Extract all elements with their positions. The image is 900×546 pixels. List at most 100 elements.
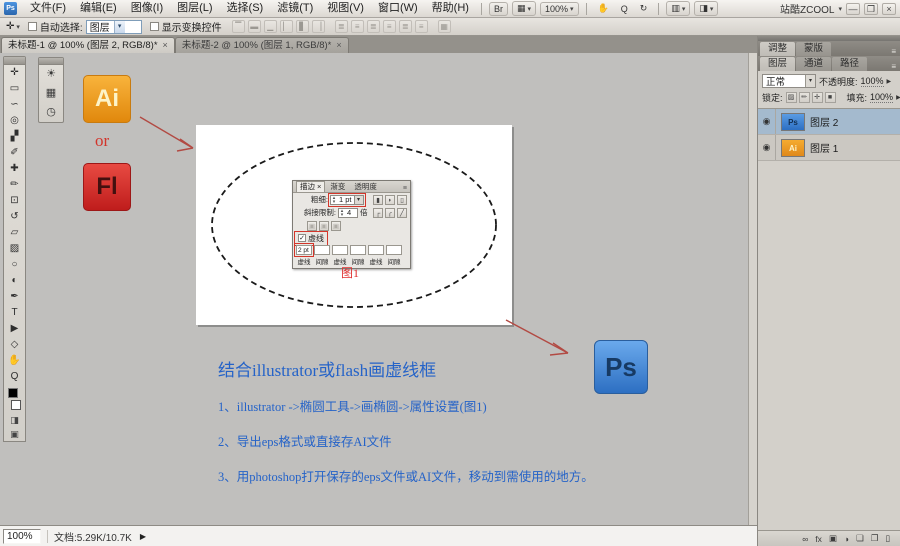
gap-field-3[interactable] — [386, 245, 402, 255]
photo-icon[interactable]: ▦ — [39, 84, 63, 103]
eraser-tool[interactable]: ▱ — [4, 225, 25, 241]
tab-stroke[interactable]: 描边 × — [296, 181, 326, 192]
show-transform-checkbox[interactable] — [149, 22, 159, 31]
clock-icon[interactable]: ◷ — [39, 103, 63, 122]
canvas-vertical-scrollbar[interactable] — [748, 53, 757, 525]
rotate-view-icon[interactable]: ↻ — [636, 2, 652, 15]
cap-projecting-icon[interactable]: ▯ — [397, 194, 407, 205]
flyout-icon[interactable]: ▶ — [887, 78, 892, 85]
tab-transparency[interactable]: 透明度 — [350, 181, 381, 192]
dash-field-1[interactable]: 2 pt — [294, 243, 314, 257]
panel-tab[interactable]: 路径 — [832, 57, 868, 71]
distribute-right-icon[interactable]: ≡ — [414, 20, 428, 33]
add-layer-mask-icon[interactable]: ▣ — [829, 533, 837, 544]
toolbox-grip[interactable] — [4, 57, 25, 65]
menu-item[interactable]: 文件(F) — [23, 0, 73, 17]
gap-field-1[interactable] — [314, 245, 330, 255]
join-miter-icon[interactable]: ┌ — [373, 207, 383, 218]
tab-gradient[interactable]: 渐变 — [326, 181, 349, 192]
panel-menu-icon[interactable]: ≡ — [891, 62, 900, 71]
lock-image-icon[interactable]: ✏ — [798, 92, 810, 103]
fill-value[interactable]: 100% — [870, 92, 894, 103]
lock-all-icon[interactable]: ■ — [824, 92, 836, 103]
hand-tool-icon[interactable]: ✋ — [594, 2, 613, 15]
join-bevel-icon[interactable]: ╱ — [397, 207, 407, 218]
close-button[interactable]: × — [882, 2, 896, 15]
join-round-icon[interactable]: ╭ — [385, 207, 395, 218]
align-right-icon[interactable]: ▕ — [311, 20, 325, 33]
status-flyout-icon[interactable]: ▶ — [140, 532, 146, 541]
arrange-documents-button[interactable]: ▥ ▾ — [666, 1, 691, 16]
auto-align-layers-icon[interactable]: ▦ — [437, 20, 451, 33]
rectangular-marquee-tool[interactable]: ▭ — [4, 81, 25, 97]
stroke-align-center-icon[interactable]: ▣ — [307, 220, 317, 231]
background-color-swatch[interactable] — [11, 400, 21, 410]
visibility-eye-icon[interactable]: ◉ — [758, 135, 776, 160]
menu-item[interactable]: 编辑(E) — [73, 0, 124, 17]
lock-transparency-icon[interactable]: ▨ — [785, 92, 797, 103]
blur-tool[interactable]: ○ — [4, 257, 25, 273]
new-group-icon[interactable]: ❏ — [856, 533, 864, 544]
adjust-light-icon[interactable]: ☀ — [39, 65, 63, 84]
dashed-line-toggle[interactable]: ✓ 虚线 — [294, 230, 328, 246]
blend-mode-dropdown[interactable]: 正常 ▾ — [762, 74, 816, 88]
type-tool[interactable]: T — [4, 305, 25, 321]
cap-round-icon[interactable]: ◗ — [385, 194, 395, 205]
panel-tab[interactable]: 调整 — [760, 42, 796, 56]
minimize-button[interactable]: — — [846, 2, 860, 15]
distribute-vertical-center-icon[interactable]: ≡ — [350, 20, 364, 33]
lock-position-icon[interactable]: ✛ — [811, 92, 823, 103]
layer-name[interactable]: 图层 1 — [810, 140, 838, 155]
align-bottom-icon[interactable]: ▁ — [263, 20, 277, 33]
miter-limit-field[interactable]: ▴ ▾ 4 — [338, 207, 358, 218]
layer-thumbnail[interactable]: Ps — [781, 112, 805, 131]
quick-selection-tool[interactable]: ◎ — [4, 113, 25, 129]
mini-panel-grip[interactable] — [39, 58, 63, 65]
zoom-tool[interactable]: Q — [4, 369, 25, 385]
path-selection-tool[interactable]: ▶ — [4, 321, 25, 337]
align-horizontal-center-icon[interactable]: ▋ — [295, 20, 309, 33]
hand-tool[interactable]: ✋ — [4, 353, 25, 369]
adjustment-layer-icon[interactable]: ◑ — [844, 534, 849, 544]
gradient-tool[interactable]: ▨ — [4, 241, 25, 257]
dodge-tool[interactable]: ◐ — [4, 273, 25, 289]
delete-layer-icon[interactable]: ▯ — [885, 533, 890, 544]
layer-row-1[interactable]: ◉ Ai 图层 1 — [758, 135, 900, 161]
weight-field[interactable]: ▴ ▾ 1 pt ▾ — [328, 192, 366, 207]
auto-select-checkbox[interactable] — [27, 22, 37, 31]
panel-tab[interactable]: 蒙版 — [796, 42, 832, 56]
status-zoom-field[interactable]: 100% — [3, 528, 41, 544]
align-top-icon[interactable]: ▔ — [231, 20, 245, 33]
menu-item[interactable]: 窗口(W) — [371, 0, 425, 17]
crop-tool[interactable]: ▞ — [4, 129, 25, 145]
launch-bridge-button[interactable]: Br — [488, 1, 508, 16]
visibility-eye-icon[interactable]: ◉ — [758, 109, 776, 134]
cap-butt-icon[interactable]: ▮ — [373, 194, 383, 205]
workspace-switcher[interactable]: 站酷ZCOOL — [780, 1, 834, 16]
color-swatches[interactable] — [7, 387, 22, 411]
layer-thumbnail[interactable]: Ai — [781, 138, 805, 157]
zoom-tool-icon[interactable]: Q — [617, 3, 632, 15]
document-tab-2[interactable]: 未标题-2 @ 100% (图层 1, RGB/8)* × — [174, 37, 349, 53]
align-vertical-center-icon[interactable]: ▬ — [247, 20, 261, 33]
layer-row-2[interactable]: ◉ Ps 图层 2 — [758, 109, 900, 135]
document-tab-1[interactable]: 未标题-1 @ 100% (图层 2, RGB/8)* × — [1, 37, 175, 53]
menu-item[interactable]: 图像(I) — [124, 0, 170, 17]
move-tool[interactable]: ✛ — [4, 65, 25, 81]
tool-preset-chevron-icon[interactable]: ▾ — [16, 23, 20, 31]
layer-style-icon[interactable]: fx — [815, 534, 822, 544]
zoom-level-button[interactable]: 100% ▾ — [539, 1, 579, 16]
pen-tool[interactable]: ✒ — [4, 289, 25, 305]
screen-mode-toggle-icon[interactable]: ▣ — [4, 427, 25, 441]
view-extras-button[interactable]: ▦ ▾ — [511, 1, 536, 16]
distribute-bottom-icon[interactable]: ≣ — [366, 20, 380, 33]
panel-menu-icon[interactable]: ≡ — [891, 47, 900, 56]
align-left-icon[interactable]: ▏ — [279, 20, 293, 33]
distribute-horizontal-center-icon[interactable]: ≣ — [398, 20, 412, 33]
menu-item[interactable]: 帮助(H) — [425, 0, 476, 17]
flyout-icon[interactable]: ▶ — [896, 94, 900, 101]
stroke-align-outside-icon[interactable]: ▣ — [331, 220, 341, 231]
lasso-tool[interactable]: ∽ — [4, 97, 25, 113]
chevron-down-icon[interactable]: ▾ — [353, 195, 363, 204]
foreground-color-swatch[interactable] — [8, 388, 18, 398]
